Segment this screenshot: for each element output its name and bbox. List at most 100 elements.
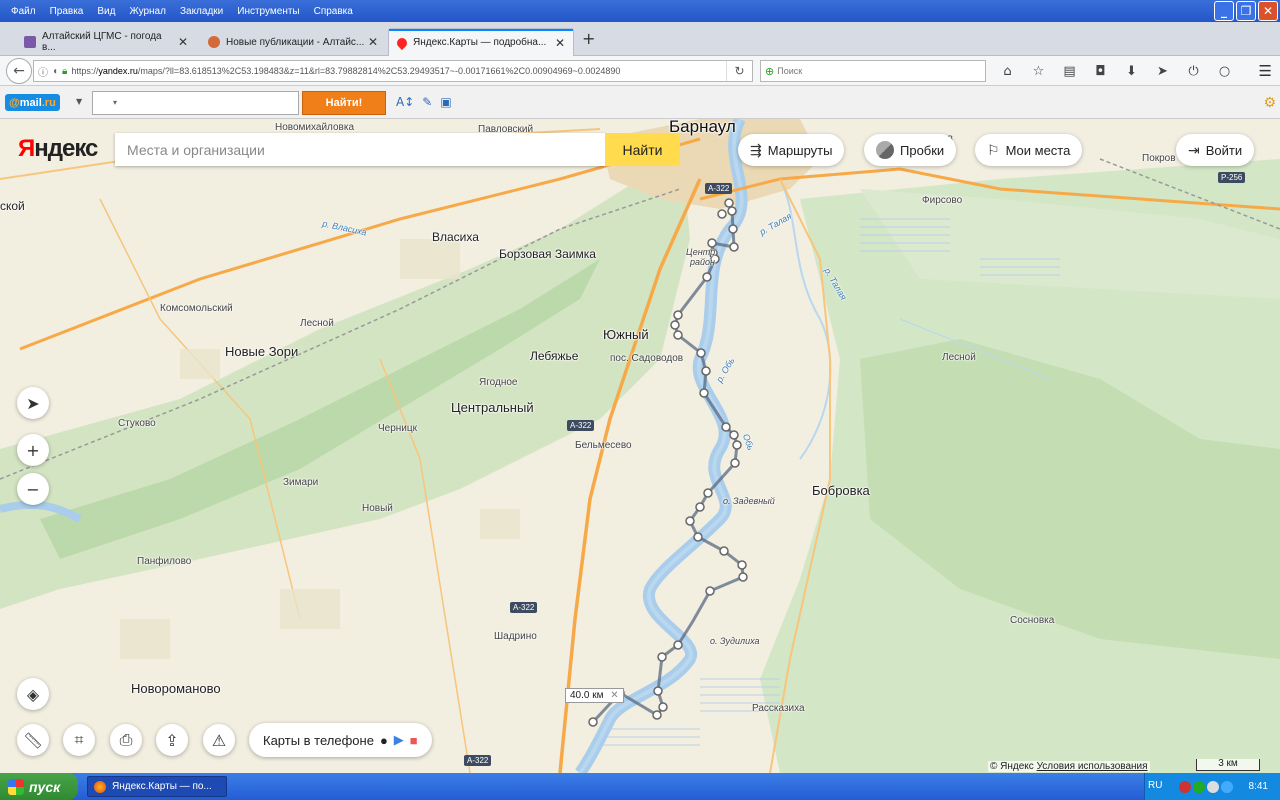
shield-icon[interactable]: ◖ bbox=[52, 66, 58, 77]
map-label-zadevny[interactable]: о. Задевный bbox=[723, 496, 775, 506]
menu-bookmarks[interactable]: Закладки bbox=[173, 6, 230, 17]
map-label-pokrov[interactable]: Покров bbox=[1142, 153, 1176, 164]
map-label-yagodnoe[interactable]: Ягодное bbox=[479, 377, 517, 388]
map-label-yuzhny[interactable]: Южный bbox=[603, 327, 649, 342]
map-label-lesnoy-east[interactable]: Лесной bbox=[942, 352, 976, 363]
map-label-novye-zori[interactable]: Новые Зори bbox=[225, 344, 298, 359]
map-label-zudilikha[interactable]: о. Зудилиха bbox=[710, 636, 760, 646]
map-label-lebyazhye[interactable]: Лебяжье bbox=[530, 349, 578, 363]
home-icon[interactable]: ⌂ bbox=[992, 60, 1023, 82]
map-label-chernitsk[interactable]: Черницк bbox=[378, 423, 417, 434]
terms-link[interactable]: Условия использования bbox=[1037, 761, 1148, 772]
map-label-novoromanovo[interactable]: Новороманово bbox=[131, 681, 221, 696]
zoom-in-button[interactable]: + bbox=[17, 434, 49, 466]
map-label-lesnoy[interactable]: Лесной bbox=[300, 318, 334, 329]
map-label-shadrino[interactable]: Шадрино bbox=[494, 631, 537, 642]
map-search-input[interactable]: Места и организации bbox=[115, 133, 605, 166]
map-label-novy[interactable]: Новый bbox=[362, 503, 393, 514]
zoom-out-button[interactable]: − bbox=[17, 473, 49, 505]
menu-tools[interactable]: Инструменты bbox=[230, 6, 306, 17]
search-input[interactable]: ⊕ Поиск bbox=[760, 60, 986, 82]
mail-search-button[interactable]: Найти! bbox=[302, 91, 386, 115]
map-viewport[interactable]: Барнаул Новомихайловка Павловский ской В… bbox=[0, 119, 1280, 773]
map-label-zimari[interactable]: Зимари bbox=[283, 477, 318, 488]
minimize-button[interactable]: _ bbox=[1214, 1, 1234, 21]
find-icon[interactable]: ▣ bbox=[440, 95, 451, 109]
font-size-icon[interactable]: A↕ bbox=[396, 95, 414, 109]
url-bar[interactable]: ⓘ ◖ 🔒︎ https://yandex.ru/maps/?ll=83.618… bbox=[33, 60, 753, 82]
lock-icon[interactable]: 🔒︎ bbox=[62, 66, 67, 77]
chat-icon[interactable]: ○ bbox=[1209, 60, 1240, 82]
tray-icon[interactable] bbox=[1179, 780, 1191, 793]
map-label-stukovo[interactable]: Стуково bbox=[118, 418, 156, 429]
menu-help[interactable]: Справка bbox=[307, 6, 360, 17]
map-label-panfilovo[interactable]: Панфилово bbox=[137, 556, 191, 567]
reader-icon[interactable]: ▤ bbox=[1054, 60, 1085, 82]
map-label-bobrovka[interactable]: Бобровка bbox=[812, 483, 870, 498]
bookmark-star-icon[interactable]: ☆ bbox=[1023, 60, 1054, 82]
network-icon[interactable] bbox=[1207, 780, 1219, 793]
map-label-tsentralny[interactable]: Центральный bbox=[451, 400, 534, 415]
panorama-button[interactable]: ⌗ bbox=[63, 724, 95, 756]
map-label-borzovaya-zaimka[interactable]: Борзовая Заимка bbox=[499, 247, 596, 261]
map-label-tsentr[interactable]: Центр bbox=[686, 247, 715, 257]
map-label-belmesevo[interactable]: Бельмесево bbox=[575, 440, 632, 451]
close-window-button[interactable]: ✕ bbox=[1258, 1, 1278, 21]
menu-view[interactable]: Вид bbox=[90, 6, 122, 17]
menu-history[interactable]: Журнал bbox=[122, 6, 173, 17]
map-label-rayon[interactable]: район bbox=[690, 257, 715, 267]
search-engine-icon[interactable]: ⊕ bbox=[765, 65, 774, 78]
taskbar-item-firefox[interactable]: Яндекс.Карты — по... bbox=[87, 776, 227, 797]
download-icon[interactable]: ⬇ bbox=[1116, 60, 1147, 82]
tab-close-icon[interactable]: ✕ bbox=[368, 35, 378, 49]
distance-label[interactable]: 40.0 км ✕ bbox=[565, 688, 624, 703]
highlighter-icon[interactable]: ✎ bbox=[422, 95, 432, 109]
login-button[interactable]: ⇥ Войти bbox=[1176, 134, 1255, 166]
reload-icon[interactable]: ↻ bbox=[726, 61, 752, 81]
tray-icon[interactable] bbox=[1193, 780, 1205, 793]
menu-icon[interactable]: ☰ bbox=[1259, 62, 1272, 80]
map-label-komsomolsky[interactable]: Комсомольский bbox=[160, 303, 233, 314]
ruler-button[interactable]: 📏︎ bbox=[17, 724, 49, 756]
mail-logo[interactable]: @ mail .ru bbox=[5, 94, 60, 111]
my-places-button[interactable]: ⚐ Мои места bbox=[975, 134, 1083, 166]
send-icon[interactable]: ➤ bbox=[1147, 60, 1178, 82]
report-error-button[interactable]: ⚠ bbox=[203, 724, 235, 756]
new-tab-button[interactable]: + bbox=[582, 29, 595, 48]
mail-search-input[interactable]: ▾ bbox=[92, 91, 299, 115]
tab-publications[interactable]: Новые публикации - Алтайс... ✕ bbox=[200, 28, 386, 56]
map-label-rasskazikha[interactable]: Рассказиха bbox=[752, 703, 805, 714]
volume-icon[interactable] bbox=[1221, 780, 1233, 793]
yandex-logo[interactable]: Яндекс bbox=[18, 135, 98, 163]
tab-close-icon[interactable]: ✕ bbox=[555, 36, 565, 50]
back-button[interactable]: ← bbox=[6, 58, 32, 84]
geolocation-button[interactable]: ➤ bbox=[17, 387, 49, 419]
gear-icon[interactable]: ⚙ bbox=[1263, 95, 1276, 111]
traffic-button[interactable]: Пробки bbox=[864, 134, 957, 166]
tab-yandex-maps[interactable]: Яндекс.Карты — подробна... ✕ bbox=[388, 28, 574, 56]
map-find-button[interactable]: Найти bbox=[605, 133, 680, 166]
info-icon[interactable]: ⓘ bbox=[38, 64, 48, 79]
clock[interactable]: 8:41 bbox=[1249, 781, 1268, 792]
map-label-firsovo[interactable]: Фирсово bbox=[922, 195, 962, 206]
map-label-skoy[interactable]: ской bbox=[0, 199, 25, 213]
start-button[interactable]: пуск bbox=[0, 773, 78, 800]
power-icon[interactable]: ⏻ bbox=[1178, 60, 1209, 82]
tab-close-icon[interactable]: ✕ bbox=[178, 35, 188, 49]
map-label-sadovodov[interactable]: пос. Садоводов bbox=[610, 353, 683, 364]
layers-button[interactable]: ◈ bbox=[17, 678, 49, 710]
menu-edit[interactable]: Правка bbox=[43, 6, 91, 17]
map-label-novomikhailovka[interactable]: Новомихайловка bbox=[275, 122, 354, 133]
distance-close-icon[interactable]: ✕ bbox=[610, 690, 618, 701]
chevron-down-icon[interactable]: ▼ bbox=[76, 97, 82, 106]
map-canvas[interactable] bbox=[0, 119, 1280, 773]
routes-button[interactable]: ⇶ Маршруты bbox=[738, 134, 845, 166]
map-label-vlasikha[interactable]: Власиха bbox=[432, 230, 479, 244]
mobile-apps-button[interactable]: Карты в телефоне ● ▶ ■ bbox=[249, 723, 432, 757]
print-button[interactable]: ⎙ bbox=[110, 724, 142, 756]
map-label-sosnovka[interactable]: Сосновка bbox=[1010, 615, 1054, 626]
share-button[interactable]: ⇪ bbox=[156, 724, 188, 756]
language-indicator[interactable]: RU bbox=[1148, 780, 1162, 791]
maximize-button[interactable]: ❐ bbox=[1236, 1, 1256, 21]
tab-altai-cgms[interactable]: Алтайский ЦГМС - погода в... ✕ bbox=[16, 28, 196, 56]
